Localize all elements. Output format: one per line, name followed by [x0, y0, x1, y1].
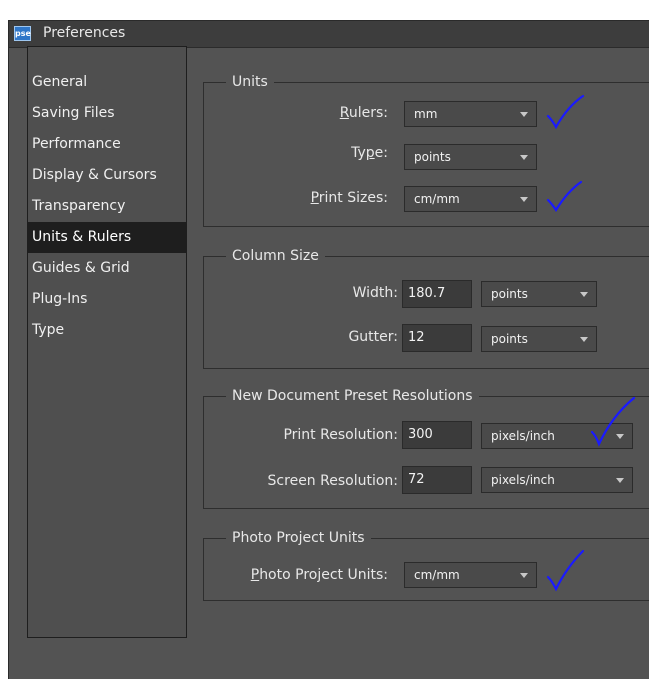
sidebar-item-type[interactable]: Type	[28, 315, 186, 346]
window-title: Preferences	[43, 25, 126, 41]
chevron-down-icon	[580, 292, 588, 297]
units-group-title: Units	[226, 73, 274, 91]
sidebar-item-performance[interactable]: Performance	[28, 129, 186, 160]
photo-project-group-title: Photo Project Units	[226, 529, 371, 547]
print-sizes-select[interactable]: cm/mm	[404, 186, 537, 212]
type-select[interactable]: points	[404, 144, 537, 170]
sidebar-item-saving-files[interactable]: Saving Files	[28, 98, 186, 129]
rulers-select[interactable]: mm	[404, 101, 537, 127]
app-icon: pse	[14, 26, 31, 41]
sidebar-item-general[interactable]: General	[28, 67, 186, 98]
column-size-group: Column Size	[203, 247, 649, 369]
gutter-label: Gutter:	[348, 329, 398, 345]
sidebar-item-display-cursors[interactable]: Display & Cursors	[28, 160, 186, 191]
chevron-down-icon	[520, 197, 528, 202]
gutter-unit-select[interactable]: points	[481, 326, 597, 352]
width-input[interactable]: 180.7	[402, 280, 472, 308]
sidebar-item-transparency[interactable]: Transparency	[28, 191, 186, 222]
chevron-down-icon	[520, 155, 528, 160]
screen-resolution-label: Screen Resolution:	[267, 473, 398, 489]
chevron-down-icon	[520, 573, 528, 578]
rulers-label: Rulers:	[339, 105, 388, 121]
check-mark-icon	[546, 549, 585, 592]
column-size-group-title: Column Size	[226, 247, 325, 265]
title-bar[interactable]: pse Preferences	[9, 21, 649, 48]
screen-resolution-input[interactable]: 72	[402, 466, 472, 494]
photo-project-units-label: Photo Project Units:	[250, 567, 388, 583]
chevron-down-icon	[580, 337, 588, 342]
screen-resolution-unit-select[interactable]: pixels/inch	[481, 467, 633, 493]
type-label: Type:	[351, 145, 388, 161]
new-document-group-title: New Document Preset Resolutions	[226, 387, 479, 405]
width-unit-select[interactable]: points	[481, 281, 597, 307]
print-resolution-input[interactable]: 300	[402, 421, 472, 449]
check-mark-icon	[546, 94, 585, 130]
photo-project-units-select[interactable]: cm/mm	[404, 562, 537, 588]
sidebar-item-units-rulers[interactable]: Units & Rulers	[28, 222, 186, 253]
chevron-down-icon	[616, 478, 624, 483]
chevron-down-icon	[520, 112, 528, 117]
check-mark-icon	[546, 180, 583, 213]
preferences-sidebar: General Saving Files Performance Display…	[27, 46, 187, 638]
sidebar-item-plug-ins[interactable]: Plug-Ins	[28, 284, 186, 315]
print-sizes-label: Print Sizes:	[310, 190, 388, 206]
check-mark-icon	[590, 396, 636, 447]
print-resolution-label: Print Resolution:	[283, 427, 398, 443]
gutter-input[interactable]: 12	[402, 324, 472, 352]
sidebar-item-guides-grid[interactable]: Guides & Grid	[28, 253, 186, 284]
width-label: Width:	[352, 285, 398, 301]
